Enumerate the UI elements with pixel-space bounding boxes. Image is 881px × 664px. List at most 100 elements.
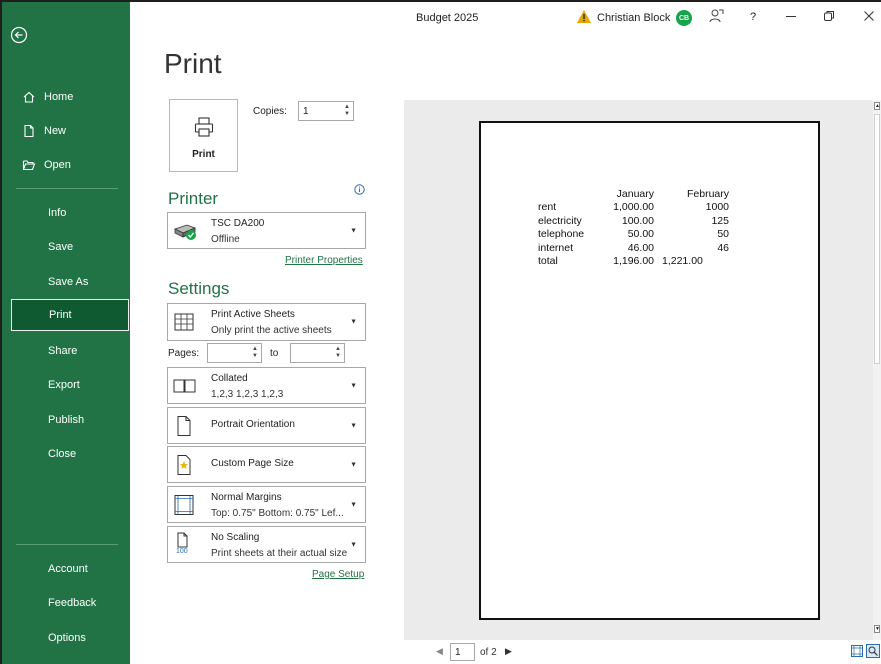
back-arrow-icon: [10, 26, 28, 44]
table-cell: [538, 187, 606, 201]
copies-stepper[interactable]: 1 ▲ ▼: [298, 101, 354, 121]
table-row: telephone 50.00 50: [538, 228, 729, 242]
setting-line1: Portrait Orientation: [211, 419, 295, 430]
page-setup-link[interactable]: Page Setup: [312, 569, 364, 580]
chevron-down-icon: ▼: [350, 382, 357, 389]
sidebar-item-info[interactable]: Info: [8, 197, 128, 229]
sidebar-item-feedback[interactable]: Feedback: [8, 587, 128, 619]
settings-section-title: Settings: [168, 279, 230, 298]
pages-to-input[interactable]: ▲ ▼: [290, 343, 345, 363]
page-title: Print: [164, 48, 222, 79]
info-icon[interactable]: [354, 184, 365, 195]
table-cell: 1,000.00: [613, 201, 654, 214]
pages-to-label: to: [270, 348, 279, 359]
zoom-to-page-icon[interactable]: [866, 644, 880, 658]
scroll-down-icon[interactable]: ▼: [874, 625, 880, 633]
table-cell: 100.00: [621, 214, 654, 227]
sidebar-item-publish[interactable]: Publish: [8, 404, 128, 436]
scaling-badge: 100: [176, 547, 188, 555]
sidebar-item-account[interactable]: Account: [8, 553, 128, 585]
help-button[interactable]: ?: [750, 11, 756, 23]
table-cell: January: [616, 187, 654, 200]
print-what-dropdown[interactable]: Print Active Sheets Only print the activ…: [167, 303, 366, 341]
sidebar-item-save[interactable]: Save: [8, 231, 128, 263]
printer-section-title: Printer: [168, 189, 219, 208]
table-row: January February: [538, 187, 729, 201]
spin-arrows-icon[interactable]: ▲ ▼: [343, 104, 351, 118]
table-cell: electricity: [538, 214, 582, 227]
sidebar-item-label: Publish: [48, 414, 85, 426]
setting-line2: Only print the active sheets: [211, 325, 332, 336]
previous-page-icon[interactable]: ◀: [436, 646, 443, 657]
printer-icon: [194, 117, 213, 137]
home-icon: [20, 90, 38, 104]
sidebar-item-print[interactable]: Print: [11, 299, 129, 331]
preview-page: January February rent 1,000.00 1000 elec…: [479, 121, 820, 620]
show-margins-icon[interactable]: [851, 645, 863, 657]
table-cell: 50: [717, 228, 729, 241]
chevron-down-icon: ▼: [350, 501, 357, 508]
setting-line2: Top: 0.75" Bottom: 0.75" Lef...: [211, 508, 344, 519]
printer-status: Offline: [211, 234, 240, 245]
minimize-button[interactable]: [786, 16, 796, 17]
margins-dropdown[interactable]: Normal Margins Top: 0.75" Bottom: 0.75" …: [167, 486, 366, 523]
setting-line1: Normal Margins: [211, 492, 282, 503]
table-cell: 50.00: [627, 228, 654, 241]
sidebar-divider: [16, 544, 118, 545]
collated-icon: [173, 375, 196, 397]
chevron-down-icon: ▼: [350, 461, 357, 468]
restore-button[interactable]: [823, 10, 835, 22]
spin-arrows-icon[interactable]: ▲ ▼: [251, 346, 259, 360]
sidebar-item-label: Feedback: [48, 597, 97, 609]
current-page-input[interactable]: 1: [450, 643, 475, 661]
current-page-value: 1: [455, 646, 461, 658]
sidebar-item-export[interactable]: Export: [8, 369, 128, 401]
sidebar-item-options[interactable]: Options: [8, 622, 128, 654]
collation-dropdown[interactable]: Collated 1,2,3 1,2,3 1,2,3 ▼: [167, 367, 366, 404]
spin-arrows-icon[interactable]: ▲ ▼: [334, 346, 342, 360]
table-cell: total: [538, 255, 558, 268]
sidebar-item-label: Export: [48, 379, 80, 391]
preview-scrollbar[interactable]: ▲ ▼: [873, 100, 881, 640]
scroll-thumb[interactable]: [874, 114, 880, 364]
scaling-dropdown[interactable]: 100 No Scaling Print sheets at their act…: [167, 526, 366, 563]
setting-line2: 1,2,3 1,2,3 1,2,3: [211, 389, 284, 400]
sidebar-item-label: Info: [48, 207, 67, 219]
next-page-icon[interactable]: ▶: [505, 646, 512, 657]
table-cell: 46: [717, 241, 729, 254]
sidebar-item-label: New: [44, 125, 67, 137]
setting-line1: Custom Page Size: [211, 458, 294, 469]
sidebar-item-label: Save As: [48, 276, 89, 288]
user-name[interactable]: Christian Block: [597, 12, 670, 24]
pages-from-input[interactable]: ▲ ▼: [207, 343, 262, 363]
table-cell: 46.00: [627, 241, 654, 254]
sidebar-item-close[interactable]: Close: [8, 438, 128, 470]
sidebar-item-home[interactable]: Home: [8, 81, 128, 113]
orientation-dropdown[interactable]: Portrait Orientation ▼: [167, 407, 366, 444]
avatar[interactable]: CB: [676, 10, 692, 26]
back-button[interactable]: [10, 26, 32, 48]
preview-table: January February rent 1,000.00 1000 elec…: [538, 187, 729, 268]
sidebar-item-share[interactable]: Share: [8, 335, 128, 367]
printer-dropdown[interactable]: TSC DA200 Offline ▼: [167, 212, 366, 249]
printer-properties-link[interactable]: Printer Properties: [285, 255, 363, 266]
page-size-dropdown[interactable]: Custom Page Size ▼: [167, 446, 366, 483]
close-window-button[interactable]: [863, 10, 875, 22]
warning-icon[interactable]: [576, 9, 592, 24]
sidebar-item-save-as[interactable]: Save As: [8, 266, 128, 298]
table-cell: 1000: [705, 201, 729, 214]
coauthor-icon[interactable]: [708, 8, 724, 24]
sidebar-item-open[interactable]: Open: [8, 149, 128, 181]
sidebar-item-new[interactable]: New: [8, 115, 128, 147]
table-row: internet 46.00 46: [538, 241, 729, 255]
copies-label: Copies:: [253, 106, 287, 117]
sidebar-item-label: Save: [48, 241, 74, 253]
chevron-down-icon: ▼: [350, 422, 357, 429]
sidebar-item-label: Close: [48, 448, 77, 460]
scroll-up-icon[interactable]: ▲: [874, 102, 880, 110]
sidebar-item-label: Open: [44, 159, 71, 171]
print-button[interactable]: Print: [169, 99, 238, 172]
setting-line1: Collated: [211, 373, 248, 384]
table-cell: rent: [538, 201, 557, 214]
backstage-sidebar: Home New Open Info Save Save As Print Sh…: [2, 2, 130, 664]
